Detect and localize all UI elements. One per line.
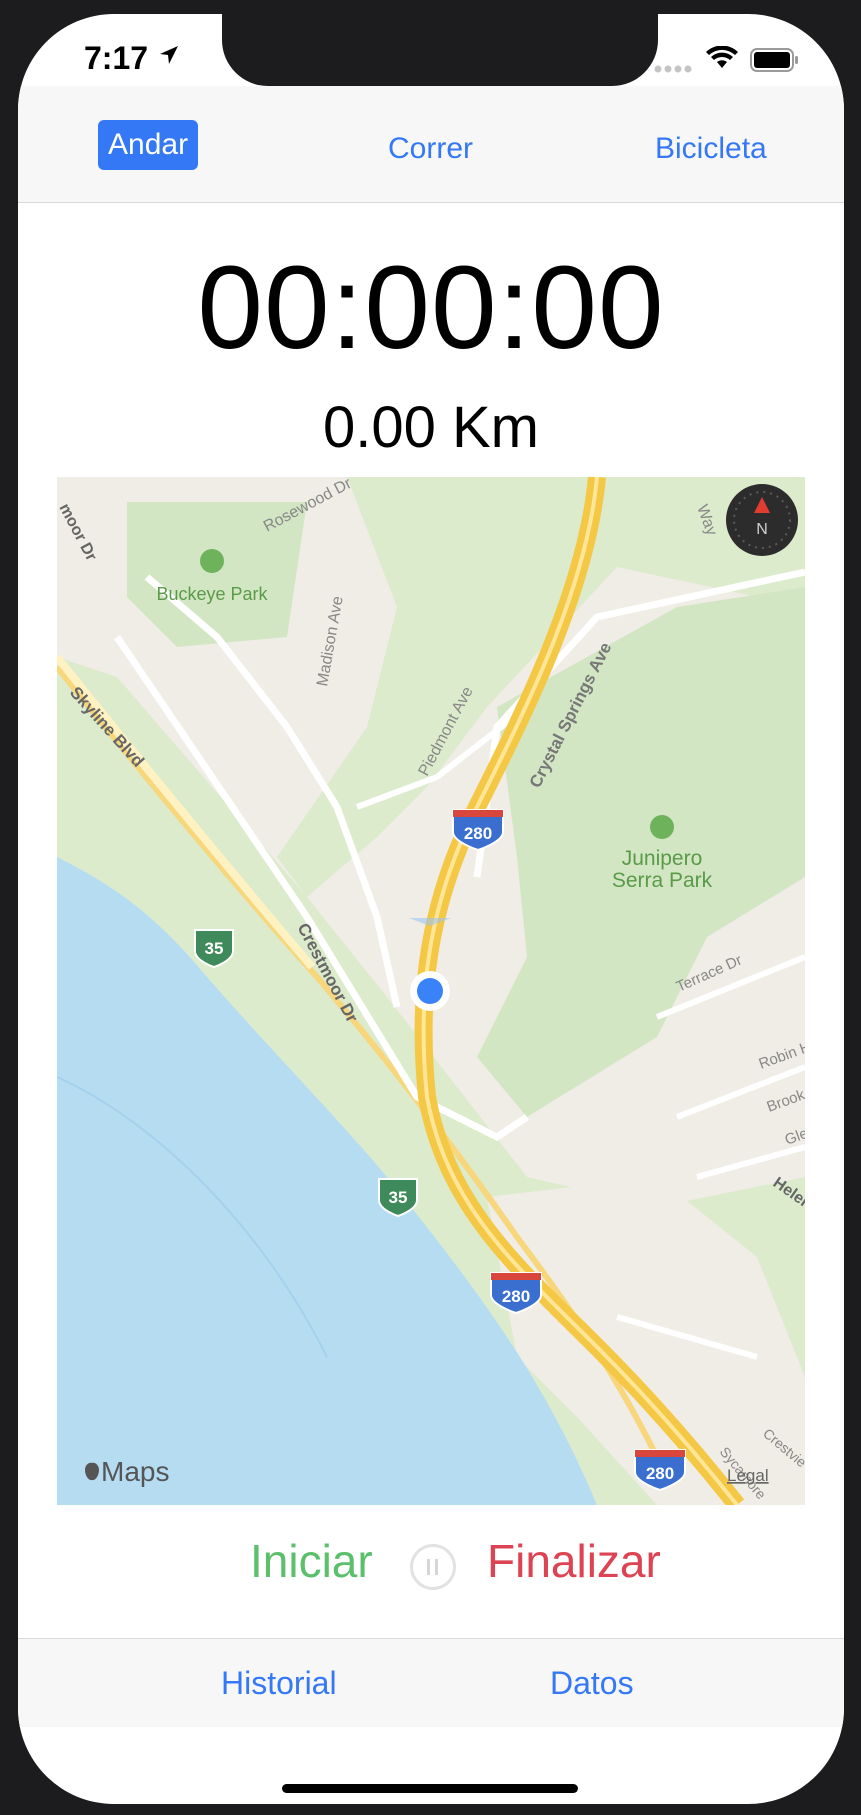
route-35-shield: 35	[194, 929, 234, 969]
park-tree-icon	[650, 815, 674, 839]
tab-history[interactable]: Historial	[221, 1665, 337, 1702]
route-35-number: 35	[205, 939, 224, 958]
cellular-signal-icon	[654, 65, 692, 73]
start-button[interactable]: Iniciar	[250, 1534, 373, 1588]
pause-bar	[435, 1559, 438, 1575]
status-time: 7:17	[84, 40, 149, 76]
wifi-icon	[706, 46, 738, 68]
junipero-label-line1: Junipero	[622, 847, 703, 870]
buckeye-park-label: Buckeye Park	[156, 584, 268, 604]
route-map[interactable]: Buckeye Park Junipero Serra Park Rosewoo…	[57, 477, 805, 1505]
interstate-280-number: 280	[502, 1287, 530, 1306]
tab-data[interactable]: Datos	[550, 1665, 634, 1702]
phone-screen: 7:17 Andar Correr Bicicleta 00:00:00 0.0…	[18, 14, 844, 1804]
route-35-number: 35	[389, 1188, 408, 1207]
segment-bike[interactable]: Bicicleta	[655, 132, 767, 166]
tracking-controls: Iniciar Finalizar	[18, 1534, 844, 1614]
compass-north-label: N	[756, 521, 768, 538]
legal-link[interactable]: Legal	[727, 1466, 769, 1485]
junipero-label-line2: Serra Park	[612, 869, 713, 892]
elapsed-timer: 00:00:00	[197, 242, 665, 374]
segment-run[interactable]: Correr	[388, 132, 473, 166]
battery-icon	[750, 48, 798, 72]
activity-segmented-control: Andar Correr Bicicleta	[18, 86, 844, 203]
segment-walk[interactable]: Andar	[98, 120, 199, 170]
home-indicator[interactable]	[282, 1784, 578, 1793]
pause-bar	[427, 1559, 430, 1575]
notch	[222, 14, 658, 86]
route-35-shield: 35	[378, 1178, 418, 1218]
finish-button[interactable]: Finalizar	[487, 1534, 661, 1588]
interstate-280-number: 280	[464, 824, 492, 843]
compass-button[interactable]: N	[726, 484, 798, 556]
bottom-tab-bar: Historial Datos	[18, 1638, 844, 1727]
pause-button[interactable]	[410, 1544, 456, 1590]
interstate-280-number: 280	[646, 1464, 674, 1483]
distance-readout: 0.00 Km	[323, 395, 539, 460]
maps-attribution: Maps	[101, 1456, 169, 1487]
user-location-dot	[417, 978, 443, 1004]
location-arrow-icon	[160, 46, 178, 64]
park-tree-icon	[200, 549, 224, 573]
